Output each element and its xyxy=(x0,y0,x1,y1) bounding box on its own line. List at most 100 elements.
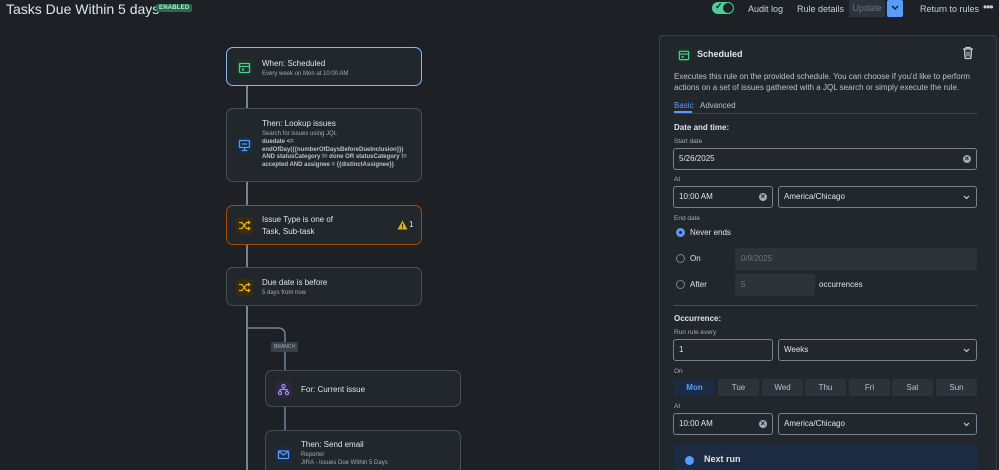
node-title: When: Scheduled xyxy=(262,59,326,68)
occurrences-label: occurrences xyxy=(819,280,863,289)
rule-details-button[interactable]: Rule details xyxy=(797,2,844,16)
day-thu[interactable]: Thu xyxy=(805,379,846,396)
page-title: Tasks Due Within 5 days xyxy=(6,1,160,17)
clear-icon[interactable] xyxy=(963,149,971,169)
run-every-label: Run rule every xyxy=(674,329,717,336)
jql-line: endOfDay({{numberOfDaysBeforeDueInclusio… xyxy=(262,146,404,153)
node-subtitle: Task, Sub-task xyxy=(262,227,315,236)
timezone-value: America/Chicago xyxy=(784,419,845,428)
shuffle-icon xyxy=(236,217,253,234)
shuffle-icon xyxy=(236,279,253,296)
return-to-rules-button[interactable]: Return to rules xyxy=(920,2,979,16)
node-title: Due date is before xyxy=(262,278,328,287)
never-ends-radio[interactable] xyxy=(676,228,685,237)
end-date-placeholder: 0/9/2025 xyxy=(741,254,773,263)
lookup-icon xyxy=(236,137,253,154)
chevron-down-icon xyxy=(963,422,970,427)
node-title: Then: Lookup issues xyxy=(262,119,336,128)
panel-description: Executes this rule on the provided sched… xyxy=(674,72,970,92)
day-sat[interactable]: Sat xyxy=(892,379,933,396)
after-label: After xyxy=(690,280,707,289)
panel-title: Scheduled xyxy=(697,49,743,59)
update-button[interactable]: Update xyxy=(849,0,885,17)
period-value: Weeks xyxy=(784,345,809,354)
clear-icon[interactable] xyxy=(759,187,767,207)
lookup-node[interactable]: Then: Lookup issues Search for issues us… xyxy=(226,108,422,182)
time-value: 10:00 AM xyxy=(679,192,713,201)
check-icon: ✓ xyxy=(715,1,723,11)
node-title: Issue Type is one of xyxy=(262,215,334,224)
jql-line: duedate <= xyxy=(262,139,294,145)
info-icon xyxy=(685,456,694,465)
run-every-value: 1 xyxy=(679,345,684,354)
next-run-heading: Next run xyxy=(704,454,741,464)
day-sun[interactable]: Sun xyxy=(936,379,977,396)
clear-icon[interactable] xyxy=(759,414,767,434)
node-subtitle: JIRA - Issues Due Within 5 Days xyxy=(301,460,388,466)
tab-basic[interactable]: Basic xyxy=(674,101,694,110)
tab-divider xyxy=(674,113,978,114)
on-date-radio[interactable] xyxy=(676,254,685,263)
calendar-icon xyxy=(236,59,253,76)
connector xyxy=(246,245,248,267)
chevron-down-icon xyxy=(963,348,970,353)
end-date-label: End date xyxy=(674,215,701,222)
time-input[interactable]: 10:00 AM xyxy=(673,186,773,208)
occurrence-heading: Occurrence: xyxy=(674,314,722,323)
connector xyxy=(246,182,248,205)
timezone-value: America/Chicago xyxy=(784,192,845,201)
at-label: At xyxy=(674,176,681,183)
node-subtitle: Reporter xyxy=(301,452,325,458)
trigger-node[interactable]: When: Scheduled Every week on Mon at 10:… xyxy=(226,47,422,86)
on-label: On xyxy=(690,254,701,263)
mail-icon xyxy=(275,446,292,463)
jql-line: accepted AND assignee = {{distinctAssign… xyxy=(262,161,394,168)
node-subtitle: Search for issues using JQL xyxy=(262,131,338,137)
node-subtitle: Every week on Mon at 10:00 AM xyxy=(262,71,349,77)
date-time-heading: Date and time: xyxy=(674,123,730,132)
timezone-select[interactable]: America/Chicago xyxy=(778,186,977,208)
trash-icon[interactable] xyxy=(962,46,974,60)
issue-type-condition-node[interactable]: Issue Type is one of Task, Sub-task 1 xyxy=(226,205,422,245)
status-badge: ENABLED xyxy=(156,4,193,12)
occurrences-input[interactable]: 5 xyxy=(735,274,815,296)
occurrence-time-input[interactable]: 10:00 AM xyxy=(673,413,773,435)
warning-count: 1 xyxy=(409,220,414,229)
branch-label: BRANCH xyxy=(271,342,299,352)
start-date-label: Start date xyxy=(674,138,703,145)
end-date-input[interactable]: 0/9/2025 xyxy=(735,248,977,270)
more-options-button[interactable]: ••• xyxy=(983,0,994,14)
due-date-condition-node[interactable]: Due date is before 5 days from now xyxy=(226,267,422,306)
node-subtitle: 5 days from now xyxy=(262,290,307,296)
branch-node[interactable]: For: Current issue xyxy=(265,370,461,407)
day-wed[interactable]: Wed xyxy=(762,379,803,396)
enable-toggle[interactable]: ✓ xyxy=(712,1,734,14)
send-email-node[interactable]: Then: Send email Reporter JIRA - Issues … xyxy=(265,430,461,470)
day-tue[interactable]: Tue xyxy=(718,379,759,396)
scheduled-config-panel: Scheduled Executes this rule on the prov… xyxy=(659,35,997,470)
on-days-label: On xyxy=(674,368,683,375)
warning-icon xyxy=(397,220,408,230)
chevron-down-icon xyxy=(891,5,899,11)
time-value: 10:00 AM xyxy=(679,419,713,428)
node-title: For: Current issue xyxy=(301,385,366,394)
period-select[interactable]: Weeks xyxy=(778,339,977,361)
day-fri[interactable]: Fri xyxy=(849,379,890,396)
connector xyxy=(246,86,248,108)
start-date-input[interactable]: 5/26/2025 xyxy=(673,148,977,170)
run-every-input[interactable]: 1 xyxy=(673,339,773,361)
tab-advanced[interactable]: Advanced xyxy=(700,101,736,110)
calendar-icon xyxy=(677,48,691,62)
audit-log-button[interactable]: Audit log xyxy=(748,2,783,16)
update-dropdown-button[interactable] xyxy=(887,0,903,17)
never-ends-label: Never ends xyxy=(690,228,731,237)
next-run-section: Next run xyxy=(674,444,978,470)
jql-line: AND statusCategory != done OR statusCate… xyxy=(262,154,407,160)
occurrence-timezone-select[interactable]: America/Chicago xyxy=(778,413,977,435)
day-mon[interactable]: Mon xyxy=(674,379,715,396)
start-date-value: 5/26/2025 xyxy=(679,154,715,163)
after-radio[interactable] xyxy=(676,280,685,289)
node-title: Then: Send email xyxy=(301,440,364,449)
chevron-down-icon xyxy=(963,195,970,200)
section-divider xyxy=(674,305,978,306)
